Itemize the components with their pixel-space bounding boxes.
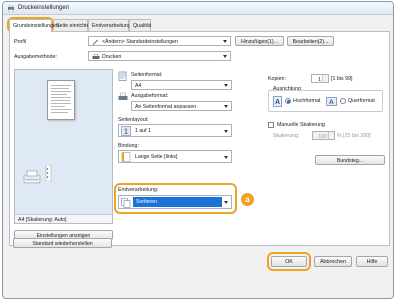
copies-value: 1 — [318, 76, 321, 83]
portrait-label: Hochformat — [293, 98, 321, 104]
restore-defaults-button[interactable]: Standard wiederherstellen — [13, 238, 112, 248]
chevron-down-icon — [224, 84, 228, 87]
pencil-icon — [92, 39, 99, 45]
page-layout-value: 1 auf 1 — [135, 128, 151, 134]
printer-icon — [8, 5, 14, 12]
output-method-label: Ausgabemethode: — [14, 54, 57, 60]
copies-label: Kopien: — [268, 76, 286, 82]
profile-value: <Ändern> Standardeinstellungen — [102, 39, 178, 45]
svg-text:A: A — [275, 99, 280, 106]
landscape-icon: A — [326, 97, 337, 106]
page-size-label: Seitenformat: — [131, 72, 163, 78]
printer-icon — [92, 53, 100, 59]
spinner-arrows-icon[interactable] — [322, 75, 328, 82]
edit-profile-button[interactable]: Bearbeiten(2)... — [287, 36, 334, 46]
binding-select[interactable]: Lange Seite [links] — [118, 150, 232, 163]
printer-device-icon — [23, 170, 41, 184]
manual-scaling-checkbox[interactable] — [268, 122, 274, 128]
chevron-down-icon — [224, 105, 228, 108]
output-size-icon — [118, 92, 128, 100]
print-settings-window: Druckeinstellungen Grundeinstellungen Se… — [2, 1, 394, 299]
scaling-spinner[interactable]: 100 — [312, 131, 335, 140]
scaling-label: Skalierung: — [273, 133, 300, 139]
settings-panel: Profil <Ändern> Standardeinstellungen Hi… — [9, 31, 390, 246]
gutter-button[interactable]: Bundsteg... — [315, 155, 385, 165]
finishing-highlight-ring — [114, 183, 237, 214]
output-method-select[interactable]: Drucken — [88, 51, 231, 61]
help-button[interactable]: Hilfe — [356, 256, 388, 267]
preview-status-bar: A4 [Skalierung: Auto] — [15, 214, 112, 223]
callout-badge: a — [241, 193, 254, 206]
spinner-arrows-icon[interactable] — [328, 132, 334, 139]
binding-label: Bindung: — [118, 143, 139, 149]
title-bar: Druckeinstellungen — [3, 2, 393, 15]
copies-spinner[interactable]: 1 — [311, 74, 329, 83]
scaling-range: % [25 bis 200] — [337, 133, 371, 139]
ok-highlight-ring — [267, 252, 311, 271]
profile-label: Profil — [14, 39, 27, 45]
tab-basic-settings[interactable]: Grundeinstellungen — [9, 19, 59, 32]
svg-text:1: 1 — [124, 129, 128, 136]
one-page-icon: 1 — [121, 126, 131, 136]
chevron-down-icon — [224, 130, 228, 133]
preview-status-text: A4 [Skalierung: Auto] — [18, 216, 67, 223]
window-title: Druckeinstellungen — [18, 5, 70, 11]
cancel-button[interactable]: Abbrechen — [314, 256, 352, 267]
svg-text:A: A — [329, 99, 334, 106]
copies-range: [1 bis 99] — [331, 76, 353, 82]
page-size-icon — [118, 71, 127, 81]
binding-long-edge-icon — [121, 152, 131, 162]
landscape-radio[interactable] — [340, 98, 346, 104]
chevron-down-icon — [223, 40, 227, 43]
portrait-radio[interactable] — [285, 98, 291, 104]
output-size-value: An Seitenformat anpassen — [135, 104, 197, 110]
output-method-value: Drucken — [102, 54, 122, 60]
page-layout-label: Seitenlayout: — [118, 117, 149, 123]
profile-select[interactable]: <Ändern> Standardeinstellungen — [88, 36, 231, 46]
page-thumbnail — [47, 80, 75, 120]
page-preview: A4 [Skalierung: Auto] — [14, 69, 113, 224]
manual-scaling-label: Manuelle Skalierung — [277, 122, 325, 128]
tab-finishing[interactable]: Endverarbeitung — [88, 19, 131, 31]
add-profile-button[interactable]: Hinzufügen(1)... — [235, 36, 284, 46]
page-size-value: A4 — [135, 83, 142, 89]
page-layout-select[interactable]: 1 1 auf 1 — [118, 124, 232, 137]
chevron-down-icon — [223, 55, 227, 58]
landscape-label: Querformat — [348, 98, 375, 104]
portrait-icon: A — [273, 96, 282, 107]
tab-quality[interactable]: Qualität — [129, 19, 151, 31]
chevron-down-icon — [224, 156, 228, 159]
binding-edge-icon — [45, 165, 52, 181]
page-size-select[interactable]: A4 — [131, 80, 232, 90]
output-size-select[interactable]: An Seitenformat anpassen — [131, 101, 232, 111]
scaling-value: 100 — [318, 133, 327, 140]
output-size-label: Ausgabeformat: — [131, 93, 169, 99]
binding-value: Lange Seite [links] — [135, 154, 178, 160]
